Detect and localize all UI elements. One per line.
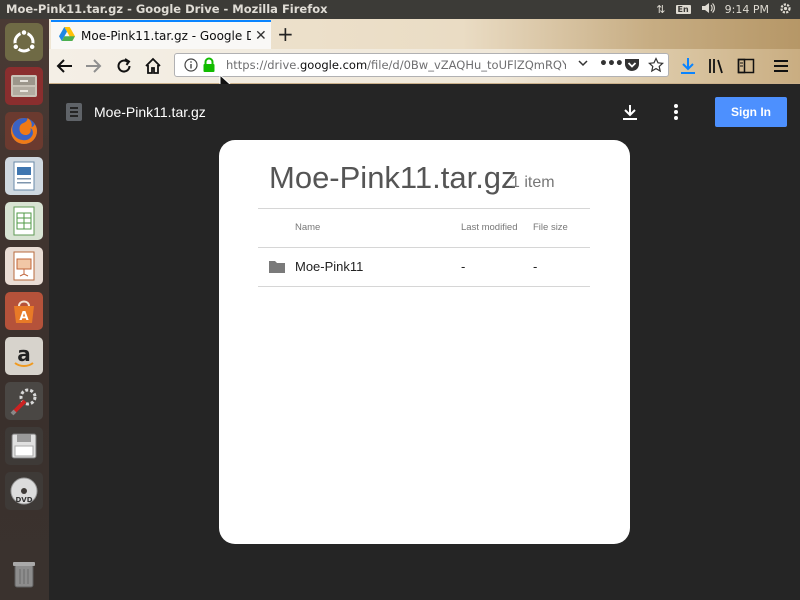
home-button[interactable] xyxy=(140,53,166,79)
url-text[interactable]: https://drive.google.com/file/d/0Bw_vZAQ… xyxy=(226,58,566,72)
row-modified: - xyxy=(461,259,466,274)
row-size: - xyxy=(533,259,538,274)
window-title: Moe-Pink11.tar.gz - Google Drive - Mozil… xyxy=(6,2,328,16)
network-icon[interactable]: ⇅ xyxy=(656,3,665,16)
power-gear-icon[interactable] xyxy=(779,2,792,18)
viewer-filename: Moe-Pink11.tar.gz xyxy=(94,104,206,120)
unity-launcher: A a DVD xyxy=(0,19,50,600)
downloads-button[interactable] xyxy=(675,53,701,79)
viewer-header: Moe-Pink11.tar.gz Sign In xyxy=(49,84,800,140)
google-drive-favicon-icon xyxy=(59,27,75,44)
sidebar-button[interactable] xyxy=(733,53,759,79)
item-count: 1 item xyxy=(511,174,555,191)
reload-button[interactable] xyxy=(111,53,137,79)
tab-label: Moe-Pink11.tar.gz - Google Drive xyxy=(81,28,251,43)
hamburger-menu-icon[interactable] xyxy=(768,53,794,79)
library-button[interactable] xyxy=(704,53,730,79)
tab-close-icon[interactable]: ✕ xyxy=(255,28,267,44)
svg-text:a: a xyxy=(17,342,31,366)
svg-text:DVD: DVD xyxy=(15,496,32,504)
row-name[interactable]: Moe-Pink11 xyxy=(295,259,363,274)
tab-strip: Moe-Pink11.tar.gz - Google Drive ✕ + xyxy=(49,19,800,49)
system-tray: ⇅ En 9:14 PM xyxy=(656,0,792,19)
floppy-icon[interactable] xyxy=(5,427,43,465)
firefox-icon[interactable] xyxy=(5,112,43,150)
folder-icon xyxy=(269,258,285,277)
address-bar[interactable]: https://drive.google.com/file/d/0Bw_vZAQ… xyxy=(174,53,669,77)
amazon-icon[interactable]: a xyxy=(5,337,43,375)
divider xyxy=(258,247,590,248)
download-icon[interactable] xyxy=(621,103,639,125)
top-panel: Moe-Pink11.tar.gz - Google Drive - Mozil… xyxy=(0,0,800,19)
drive-viewer: Moe-Pink11.tar.gz Sign In Moe-Pink11.tar… xyxy=(49,84,800,600)
writer-icon[interactable] xyxy=(5,157,43,195)
ubuntu-dash-icon[interactable] xyxy=(5,23,43,61)
impress-icon[interactable] xyxy=(5,247,43,285)
archive-title: Moe-Pink11.tar.gz xyxy=(269,160,517,195)
dvd-icon[interactable]: DVD xyxy=(5,472,43,510)
svg-text:A: A xyxy=(19,309,29,323)
pocket-icon[interactable] xyxy=(624,58,640,75)
clock[interactable]: 9:14 PM xyxy=(725,3,769,16)
back-button[interactable] xyxy=(51,53,77,79)
page-actions-menu-icon[interactable]: ••• xyxy=(599,56,624,72)
software-center-icon[interactable]: A xyxy=(5,292,43,330)
sign-in-button[interactable]: Sign In xyxy=(715,97,787,127)
bookmark-star-icon[interactable] xyxy=(648,57,664,76)
secure-lock-icon[interactable] xyxy=(202,57,216,76)
more-options-icon[interactable] xyxy=(673,103,679,125)
tab-google-drive[interactable]: Moe-Pink11.tar.gz - Google Drive ✕ xyxy=(51,20,271,49)
archive-contents-card: Moe-Pink11.tar.gz 1 item Name Last modif… xyxy=(219,140,630,544)
navigation-toolbar: https://drive.google.com/file/d/0Bw_vZAQ… xyxy=(49,49,800,84)
files-icon[interactable] xyxy=(5,67,43,105)
new-tab-button[interactable]: + xyxy=(277,22,294,46)
column-header-modified[interactable]: Last modified xyxy=(461,222,518,233)
divider xyxy=(258,208,590,209)
forward-button[interactable] xyxy=(81,53,107,79)
keyboard-layout-indicator[interactable]: En xyxy=(675,5,691,14)
archive-file-icon xyxy=(66,103,82,125)
info-icon[interactable] xyxy=(184,58,198,75)
column-header-size[interactable]: File size xyxy=(533,222,568,233)
column-header-name[interactable]: Name xyxy=(295,222,320,233)
volume-icon[interactable] xyxy=(701,2,715,17)
url-dropdown-chevron-icon[interactable] xyxy=(577,57,589,72)
divider xyxy=(258,286,590,287)
settings-icon[interactable] xyxy=(5,382,43,420)
calc-icon[interactable] xyxy=(5,202,43,240)
trash-icon[interactable] xyxy=(5,555,43,593)
